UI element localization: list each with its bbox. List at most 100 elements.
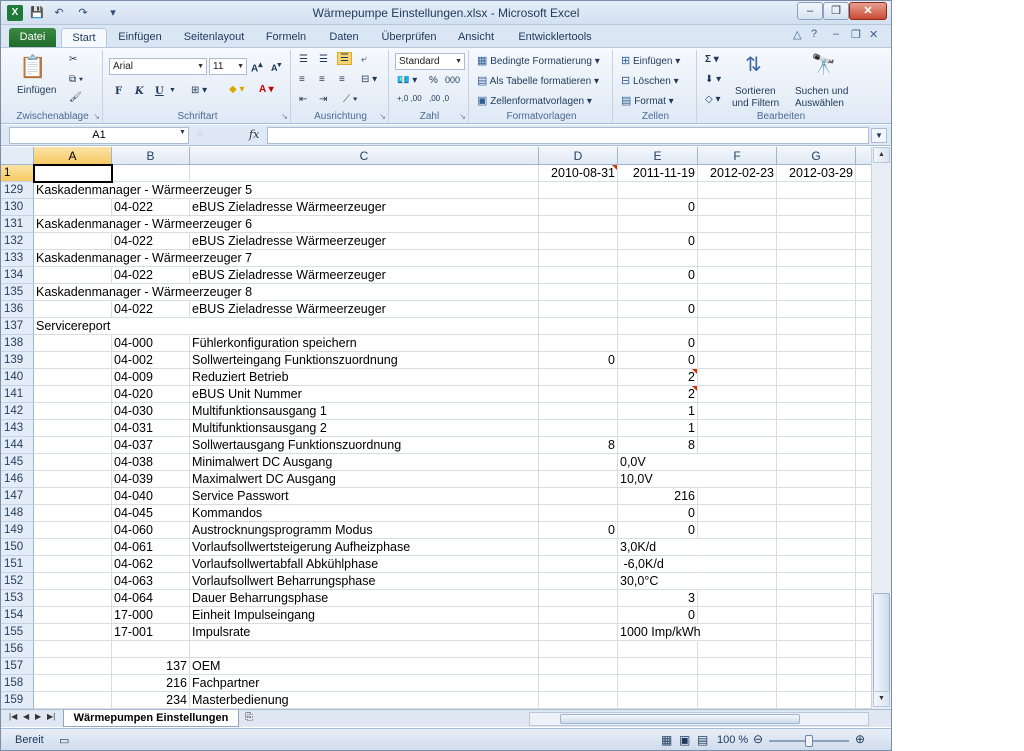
row-header[interactable]: 136 [1,301,34,318]
zoom-out-icon[interactable]: ⊖ [753,732,763,746]
cell-h[interactable] [856,624,871,641]
number-format-select[interactable]: Standard ▼ [395,53,465,70]
row-header[interactable]: 141 [1,386,34,403]
cell-e[interactable] [618,318,698,335]
cell-e[interactable] [618,641,698,658]
cell-d[interactable] [539,658,618,675]
cell-a[interactable]: Kaskadenmanager - Wärmeerzeuger 8 [34,284,252,301]
cell-a[interactable] [34,301,112,318]
cell-c[interactable]: Vorlaufsollwertabfall Abkühlphase [190,556,539,573]
cell-g[interactable] [777,386,856,403]
cell-a[interactable] [34,369,112,386]
cell-h[interactable] [856,692,871,709]
cell-a[interactable]: Kaskadenmanager - Wärmeerzeuger 7 [34,250,252,267]
cell-a[interactable]: Kaskadenmanager - Wärmeerzeuger 5 [34,182,252,199]
align-right-icon[interactable]: ≡ [339,74,345,85]
italic-button[interactable]: K [135,86,144,97]
cell-d[interactable] [539,505,618,522]
tab-datei[interactable]: Datei [9,28,56,47]
cell-e[interactable]: 0 [618,301,698,318]
cell-f[interactable] [698,658,777,675]
cell-f[interactable] [698,335,777,352]
zoom-in-icon[interactable]: ⊕ [855,732,865,746]
cell-e[interactable]: 0 [618,233,698,250]
row-header[interactable]: 142 [1,403,34,420]
cell-g[interactable] [777,573,856,590]
cell-d[interactable] [539,573,618,590]
cell-e[interactable]: 0 [618,352,698,369]
select-all-corner[interactable] [1,147,34,165]
page-break-view-icon[interactable]: ▤ [697,733,708,747]
name-box[interactable]: A1 [9,127,189,144]
column-header-a[interactable]: A [34,147,112,165]
cell-b[interactable]: 04-037 [112,437,190,454]
cell-e[interactable]: 3,0K/d [618,539,698,556]
cell-f[interactable] [698,641,777,658]
cell-f[interactable] [698,590,777,607]
cell-h[interactable] [856,165,871,182]
cell-d[interactable] [539,471,618,488]
cell-h[interactable] [856,284,871,301]
workbook-minimize-icon[interactable]: – [833,28,839,40]
column-header-e[interactable]: E [618,147,698,165]
cell-f[interactable] [698,505,777,522]
expand-formula-bar-icon[interactable]: ▼ [871,128,887,143]
cell-c[interactable]: Einheit Impulseingang [190,607,539,624]
cell-f[interactable] [698,573,777,590]
cell-g[interactable] [777,539,856,556]
row-header[interactable]: 138 [1,335,34,352]
cell-h[interactable] [856,488,871,505]
cell-d[interactable] [539,624,618,641]
cell-a[interactable] [34,675,112,692]
cell-b[interactable]: 04-061 [112,539,190,556]
cell-c[interactable]: Impulsrate [190,624,539,641]
cell-g[interactable] [777,301,856,318]
row-header[interactable]: 154 [1,607,34,624]
cell-d[interactable] [539,539,618,556]
cell-c[interactable]: Minimalwert DC Ausgang [190,454,539,471]
cell-e[interactable] [618,675,698,692]
grow-font-icon[interactable]: A▴ [251,59,262,74]
cell-h[interactable] [856,420,871,437]
cell-a[interactable] [34,658,112,675]
cell-e[interactable]: 0 [618,335,698,352]
row-header[interactable]: 130 [1,199,34,216]
cell-d[interactable] [539,675,618,692]
cell-b[interactable]: 04-009 [112,369,190,386]
formula-cancel-icon[interactable]: ◌ [197,128,203,139]
cell-b[interactable]: 17-000 [112,607,190,624]
cell-a[interactable] [34,556,112,573]
cell-a[interactable] [34,539,112,556]
cell-f[interactable] [698,369,777,386]
cell-b[interactable]: 04-063 [112,573,190,590]
cell-c[interactable]: Sollwerteingang Funktionszuordnung [190,352,539,369]
cell-g[interactable] [777,522,856,539]
cell-b[interactable]: 04-045 [112,505,190,522]
cell-b[interactable]: 234 [112,692,190,709]
macro-record-icon[interactable]: ▭ [59,734,69,747]
cell-e[interactable]: 1 [618,420,698,437]
cell-g[interactable] [777,556,856,573]
font-size-select[interactable]: 11 ▼ [209,58,247,75]
cell-h[interactable] [856,250,871,267]
decrease-indent-icon[interactable]: ⇤ [299,94,307,105]
row-header[interactable]: 153 [1,590,34,607]
cell-h[interactable] [856,675,871,692]
row-header[interactable]: 152 [1,573,34,590]
cell-d[interactable] [539,284,618,301]
cell-d[interactable] [539,233,618,250]
cell-h[interactable] [856,318,871,335]
align-center-icon[interactable]: ≡ [319,74,325,85]
sort-filter-button-line1[interactable]: Sortieren [735,86,776,97]
cell-b[interactable]: 216 [112,675,190,692]
row-header[interactable]: 133 [1,250,34,267]
cell-d[interactable] [539,607,618,624]
cell-h[interactable] [856,233,871,250]
row-header[interactable]: 134 [1,267,34,284]
column-header-c[interactable]: C [190,147,539,165]
align-bottom-icon[interactable]: ☰ [337,52,352,65]
fill-icon[interactable]: ⬇ ▾ [705,74,721,85]
cell-c[interactable]: eBUS Zieladresse Wärmeerzeuger [190,199,539,216]
find-icon[interactable]: 🔭 [811,52,836,77]
cell-d[interactable] [539,641,618,658]
